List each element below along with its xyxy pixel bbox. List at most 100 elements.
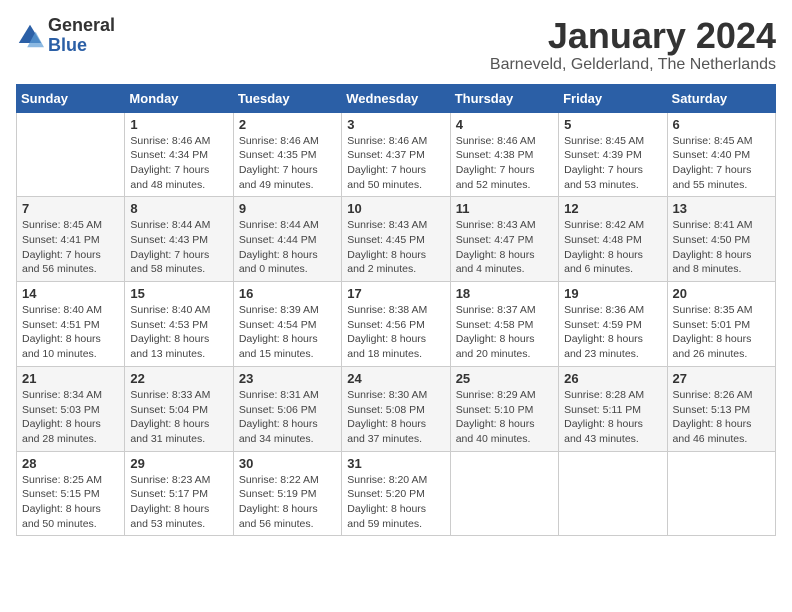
day-number: 28 [22, 456, 119, 471]
day-cell [559, 451, 667, 536]
day-info: Sunrise: 8:26 AM Sunset: 5:13 PM Dayligh… [673, 388, 770, 447]
day-number: 8 [130, 201, 227, 216]
column-headers-row: SundayMondayTuesdayWednesdayThursdayFrid… [17, 84, 776, 112]
column-header-thursday: Thursday [450, 84, 558, 112]
day-info: Sunrise: 8:22 AM Sunset: 5:19 PM Dayligh… [239, 473, 336, 532]
column-header-tuesday: Tuesday [233, 84, 341, 112]
day-cell: 1 Sunrise: 8:46 AM Sunset: 4:34 PM Daylig… [125, 112, 233, 197]
day-number: 29 [130, 456, 227, 471]
day-cell: 27 Sunrise: 8:26 AM Sunset: 5:13 PM Dayli… [667, 366, 775, 451]
day-cell: 10Sunrise: 8:43 AM Sunset: 4:45 PM Dayli… [342, 197, 450, 282]
day-number: 15 [130, 286, 227, 301]
day-cell: 30 Sunrise: 8:22 AM Sunset: 5:19 PM Dayli… [233, 451, 341, 536]
month-title: January 2024 [490, 16, 776, 56]
week-row-2: 7Sunrise: 8:45 AM Sunset: 4:41 PM Daylig… [17, 197, 776, 282]
day-number: 31 [347, 456, 444, 471]
logo: General Blue [16, 16, 115, 56]
day-cell: 24 Sunrise: 8:30 AM Sunset: 5:08 PM Dayli… [342, 366, 450, 451]
column-header-saturday: Saturday [667, 84, 775, 112]
day-number: 26 [564, 371, 661, 386]
column-header-wednesday: Wednesday [342, 84, 450, 112]
day-number: 9 [239, 201, 336, 216]
day-info: Sunrise: 8:34 AM Sunset: 5:03 PM Dayligh… [22, 388, 119, 447]
day-cell: 2Sunrise: 8:46 AM Sunset: 4:35 PM Daylig… [233, 112, 341, 197]
day-info: Sunrise: 8:42 AM Sunset: 4:48 PM Dayligh… [564, 218, 661, 277]
day-cell: 5 Sunrise: 8:45 AM Sunset: 4:39 PM Daylig… [559, 112, 667, 197]
week-row-4: 21 Sunrise: 8:34 AM Sunset: 5:03 PM Dayli… [17, 366, 776, 451]
day-info: Sunrise: 8:45 AM Sunset: 4:39 PM Dayligh… [564, 134, 661, 193]
day-cell [450, 451, 558, 536]
day-info: Sunrise: 8:46 AM Sunset: 4:34 PM Dayligh… [130, 134, 227, 193]
calendar-table: SundayMondayTuesdayWednesdayThursdayFrid… [16, 84, 776, 537]
day-info: Sunrise: 8:33 AM Sunset: 5:04 PM Dayligh… [130, 388, 227, 447]
day-info: Sunrise: 8:39 AM Sunset: 4:54 PM Dayligh… [239, 303, 336, 362]
day-info: Sunrise: 8:43 AM Sunset: 4:45 PM Dayligh… [347, 218, 444, 277]
day-cell: 21 Sunrise: 8:34 AM Sunset: 5:03 PM Dayli… [17, 366, 125, 451]
day-number: 2 [239, 117, 336, 132]
day-info: Sunrise: 8:45 AM Sunset: 4:41 PM Dayligh… [22, 218, 119, 277]
day-info: Sunrise: 8:25 AM Sunset: 5:15 PM Dayligh… [22, 473, 119, 532]
day-cell: 17 Sunrise: 8:38 AM Sunset: 4:56 PM Dayli… [342, 282, 450, 367]
day-info: Sunrise: 8:46 AM Sunset: 4:37 PM Dayligh… [347, 134, 444, 193]
day-cell: 19 Sunrise: 8:36 AM Sunset: 4:59 PM Dayli… [559, 282, 667, 367]
week-row-1: 1 Sunrise: 8:46 AM Sunset: 4:34 PM Daylig… [17, 112, 776, 197]
day-cell: 15 Sunrise: 8:40 AM Sunset: 4:53 PM Dayli… [125, 282, 233, 367]
day-info: Sunrise: 8:29 AM Sunset: 5:10 PM Dayligh… [456, 388, 553, 447]
day-info: Sunrise: 8:31 AM Sunset: 5:06 PM Dayligh… [239, 388, 336, 447]
page-header: General Blue January 2024 Barneveld, Gel… [16, 16, 776, 74]
day-cell: 31 Sunrise: 8:20 AM Sunset: 5:20 PM Dayli… [342, 451, 450, 536]
title-section: January 2024 Barneveld, Gelderland, The … [490, 16, 776, 74]
day-info: Sunrise: 8:28 AM Sunset: 5:11 PM Dayligh… [564, 388, 661, 447]
day-number: 6 [673, 117, 770, 132]
day-number: 23 [239, 371, 336, 386]
day-cell: 16 Sunrise: 8:39 AM Sunset: 4:54 PM Dayli… [233, 282, 341, 367]
column-header-sunday: Sunday [17, 84, 125, 112]
day-cell: 22 Sunrise: 8:33 AM Sunset: 5:04 PM Dayli… [125, 366, 233, 451]
day-cell: 18 Sunrise: 8:37 AM Sunset: 4:58 PM Dayli… [450, 282, 558, 367]
day-number: 25 [456, 371, 553, 386]
day-cell: 6 Sunrise: 8:45 AM Sunset: 4:40 PM Daylig… [667, 112, 775, 197]
day-number: 21 [22, 371, 119, 386]
day-cell: 23 Sunrise: 8:31 AM Sunset: 5:06 PM Dayli… [233, 366, 341, 451]
day-number: 1 [130, 117, 227, 132]
day-info: Sunrise: 8:40 AM Sunset: 4:53 PM Dayligh… [130, 303, 227, 362]
day-info: Sunrise: 8:44 AM Sunset: 4:44 PM Dayligh… [239, 218, 336, 277]
logo-general-text: General [48, 15, 115, 35]
day-number: 11 [456, 201, 553, 216]
location-title: Barneveld, Gelderland, The Netherlands [490, 56, 776, 74]
day-number: 22 [130, 371, 227, 386]
day-number: 27 [673, 371, 770, 386]
day-cell: 9 Sunrise: 8:44 AM Sunset: 4:44 PM Daylig… [233, 197, 341, 282]
day-number: 30 [239, 456, 336, 471]
day-cell: 4Sunrise: 8:46 AM Sunset: 4:38 PM Daylig… [450, 112, 558, 197]
day-info: Sunrise: 8:30 AM Sunset: 5:08 PM Dayligh… [347, 388, 444, 447]
day-info: Sunrise: 8:23 AM Sunset: 5:17 PM Dayligh… [130, 473, 227, 532]
day-number: 16 [239, 286, 336, 301]
day-number: 13 [673, 201, 770, 216]
day-number: 17 [347, 286, 444, 301]
day-info: Sunrise: 8:37 AM Sunset: 4:58 PM Dayligh… [456, 303, 553, 362]
day-info: Sunrise: 8:36 AM Sunset: 4:59 PM Dayligh… [564, 303, 661, 362]
day-number: 5 [564, 117, 661, 132]
day-info: Sunrise: 8:20 AM Sunset: 5:20 PM Dayligh… [347, 473, 444, 532]
day-cell: 25 Sunrise: 8:29 AM Sunset: 5:10 PM Dayli… [450, 366, 558, 451]
day-cell [667, 451, 775, 536]
logo-icon [16, 22, 44, 50]
day-info: Sunrise: 8:45 AM Sunset: 4:40 PM Dayligh… [673, 134, 770, 193]
day-cell: 29 Sunrise: 8:23 AM Sunset: 5:17 PM Dayli… [125, 451, 233, 536]
day-number: 18 [456, 286, 553, 301]
day-number: 19 [564, 286, 661, 301]
day-info: Sunrise: 8:35 AM Sunset: 5:01 PM Dayligh… [673, 303, 770, 362]
day-cell: 11Sunrise: 8:43 AM Sunset: 4:47 PM Dayli… [450, 197, 558, 282]
logo-blue-text: Blue [48, 35, 87, 55]
day-cell: 12 Sunrise: 8:42 AM Sunset: 4:48 PM Dayli… [559, 197, 667, 282]
week-row-3: 14Sunrise: 8:40 AM Sunset: 4:51 PM Dayli… [17, 282, 776, 367]
day-info: Sunrise: 8:44 AM Sunset: 4:43 PM Dayligh… [130, 218, 227, 277]
day-cell: 3Sunrise: 8:46 AM Sunset: 4:37 PM Daylig… [342, 112, 450, 197]
day-cell [17, 112, 125, 197]
day-number: 12 [564, 201, 661, 216]
day-number: 24 [347, 371, 444, 386]
day-info: Sunrise: 8:38 AM Sunset: 4:56 PM Dayligh… [347, 303, 444, 362]
day-info: Sunrise: 8:40 AM Sunset: 4:51 PM Dayligh… [22, 303, 119, 362]
day-cell: 26 Sunrise: 8:28 AM Sunset: 5:11 PM Dayli… [559, 366, 667, 451]
